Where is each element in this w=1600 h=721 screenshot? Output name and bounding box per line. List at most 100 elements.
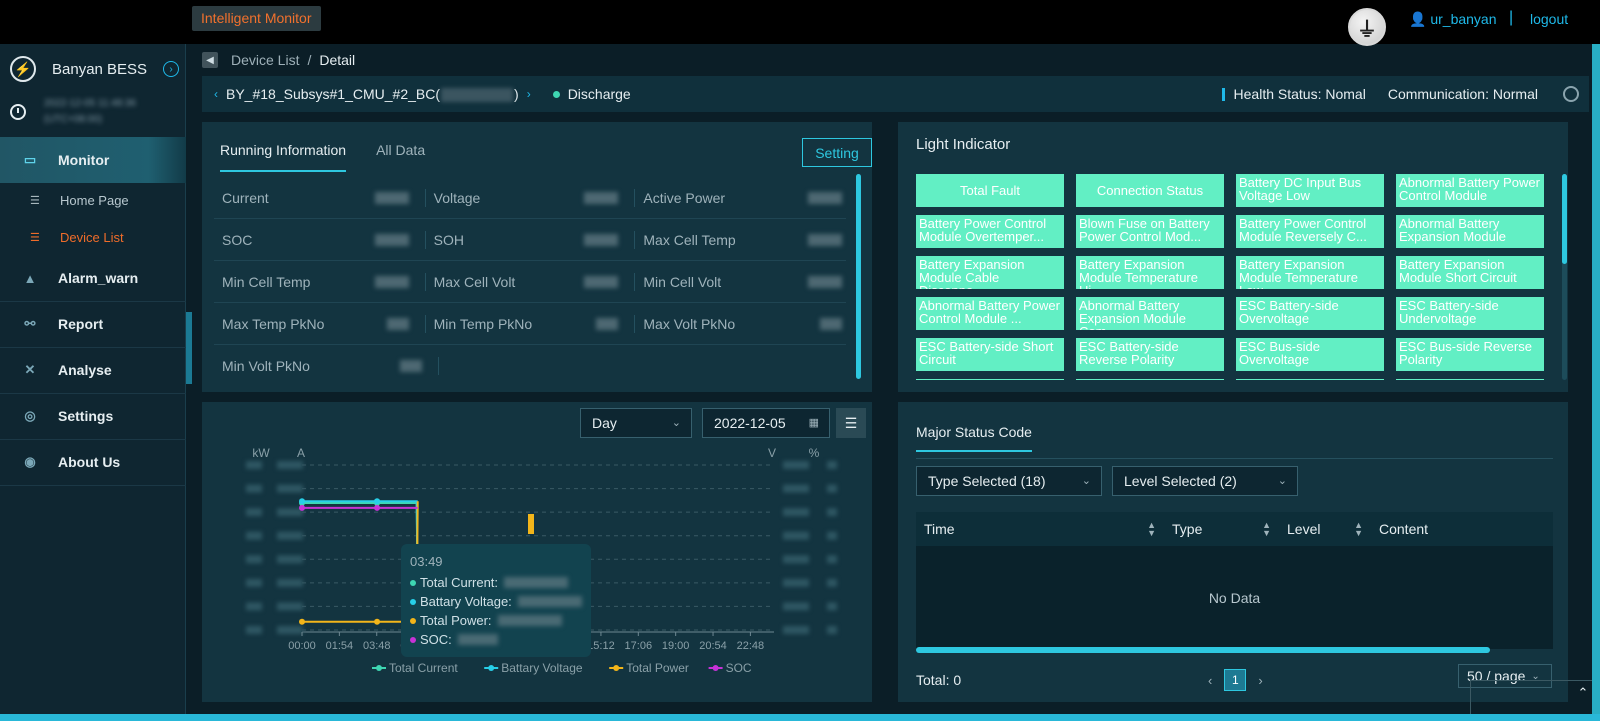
nav-home-page[interactable]: ☰ Home Page	[0, 182, 186, 219]
nav-settings[interactable]: ◎ Settings	[0, 393, 186, 439]
total-count: Total: 0	[916, 672, 962, 688]
axis-tick-blurred	[827, 508, 837, 517]
axis-tick-blurred	[277, 578, 303, 587]
prev-device-icon[interactable]: ‹	[214, 87, 218, 101]
prev-page-icon[interactable]: ‹	[1208, 673, 1212, 688]
legend-marker	[376, 665, 382, 671]
avatar[interactable]: ⏚	[1348, 8, 1386, 46]
nav-device-list[interactable]: ☰ Device List	[0, 219, 186, 256]
data-point	[299, 618, 305, 625]
axis-tick-blurred	[246, 531, 262, 540]
legend-marker	[712, 665, 719, 671]
legend-label: Battary Voltage	[501, 661, 583, 675]
breadcrumb-current: Detail	[319, 52, 356, 68]
next-device-icon[interactable]: ›	[527, 87, 531, 101]
tab-all-data[interactable]: All Data	[376, 142, 425, 172]
back-to-top-icon[interactable]: ⌃	[1572, 682, 1594, 704]
column-time[interactable]: Time ▲ ▼	[916, 521, 1164, 538]
setting-button[interactable]: Setting	[802, 138, 872, 167]
data-point	[299, 498, 305, 505]
axis-tick-blurred	[246, 461, 262, 469]
value-blurred	[457, 634, 498, 645]
level-select[interactable]: Level Selected (2) ⌄	[1112, 466, 1298, 496]
column-level[interactable]: Level ▲ ▼	[1279, 521, 1371, 538]
status-code-panel: Major Status Code Type Selected (18) ⌄ L…	[898, 402, 1568, 702]
nav-about[interactable]: ◉ About Us	[0, 439, 186, 485]
x-tick-label: 03:48	[363, 640, 391, 652]
nav-report[interactable]: ⚯ Report	[0, 301, 186, 347]
label-min-cell-temp: Min Cell Temp	[222, 273, 311, 290]
light-indicator-item: Battery Expansion Module Cable Disconne.…	[916, 256, 1064, 289]
nav-home-page-label: Home Page	[60, 193, 129, 208]
label-max-cell-volt: Max Cell Volt	[433, 273, 516, 290]
status-table-scrollbar[interactable]	[916, 647, 1490, 653]
list-icon: ☰	[30, 232, 40, 244]
nav-monitor-label: Monitor	[58, 152, 110, 168]
status-code-title[interactable]: Major Status Code	[916, 424, 1032, 452]
tab-running-information[interactable]: Running Information	[220, 142, 347, 172]
legend-dot	[410, 579, 416, 586]
light-indicator-item: ESC Bus-side Reverse Polarity	[1396, 338, 1544, 371]
type-select[interactable]: Type Selected (18) ⌄	[916, 466, 1102, 496]
light-indicator-scrollbar[interactable]	[1562, 174, 1567, 380]
light-indicator-item: Battery Expansion Module Short Circuit	[1396, 256, 1544, 289]
light-indicator-item: Battery Power Control Module Overtemper.…	[916, 215, 1064, 248]
light-indicator-item: Battery Expansion Module Temperature Hi.…	[1076, 256, 1224, 289]
collapse-toggle-icon[interactable]: ›	[163, 61, 180, 77]
column-level-label: Level	[1287, 521, 1321, 537]
table-row: Current Voltage Active Power	[214, 177, 846, 219]
data-point	[374, 504, 381, 511]
next-page-icon[interactable]: ›	[1258, 673, 1262, 688]
clock: 2022-12-05 11:48:36 (UTC+08:00)	[10, 92, 180, 132]
light-indicator-item: ESC Battery-side Undervoltage	[1396, 297, 1544, 330]
gear-icon: ◎	[24, 408, 36, 423]
nav-settings-label: Settings	[58, 408, 114, 424]
tooltip-time: 03:49	[410, 554, 443, 569]
bottom-scrollbar[interactable]	[0, 714, 1600, 721]
sidebar-resize-handle[interactable]	[186, 312, 192, 384]
legend-label: Total Power	[626, 661, 689, 675]
axis-unit-label: V	[768, 446, 776, 460]
page-scrollbar[interactable]	[1592, 44, 1600, 714]
value-blurred	[497, 615, 562, 626]
x-tick-label: 17:06	[625, 640, 653, 652]
device-bar: ‹ BY_#18_Subsys#1_CMU_#2_BC() › Discharg…	[202, 76, 1589, 112]
light-indicator-item: Abnormal Battery Expansion Module	[1396, 215, 1544, 248]
breadcrumb-separator: /	[307, 52, 312, 68]
axis-unit-label: A	[297, 446, 305, 460]
nav-monitor[interactable]: ▭ Monitor	[0, 137, 186, 183]
nav-alarm[interactable]: ▲ Alarm_warn	[0, 255, 186, 301]
clock-text: 2022-12-05 11:48:36 (UTC+08:00)	[44, 96, 136, 128]
legend-dot	[410, 636, 416, 643]
x-tick-label: 19:00	[662, 640, 690, 652]
axis-tick-blurred	[277, 602, 303, 611]
value-blurred	[386, 317, 409, 330]
light-indicator-item: ESC Bus-side Overvoltage	[1236, 338, 1384, 371]
light-indicator-item	[916, 379, 1064, 380]
nav-alarm-label: Alarm_warn	[58, 270, 139, 286]
health-marker	[1221, 87, 1225, 101]
page-number[interactable]: 1	[1224, 669, 1247, 691]
axis-tick-blurred	[277, 508, 303, 517]
data-point	[374, 498, 381, 505]
user-link[interactable]: 👤 ur_banyan	[1409, 11, 1497, 28]
tooltip-total-power: Total Power:	[420, 613, 492, 628]
light-indicator-item: Battery Power Control Module Reversely C…	[1236, 215, 1384, 248]
value-blurred	[820, 317, 842, 330]
breadcrumb-device-list[interactable]: Device List	[231, 52, 299, 68]
column-type[interactable]: Type ▲ ▼	[1164, 521, 1279, 538]
light-indicator-item	[1076, 379, 1224, 380]
column-content[interactable]: Content	[1371, 521, 1551, 537]
label-max-temp-pkno: Max Temp PkNo	[222, 315, 325, 332]
light-indicator-item: ESC Battery-side Short Circuit	[916, 338, 1064, 371]
nav-analyse[interactable]: ✕ Analyse	[0, 347, 186, 393]
running-scrollbar[interactable]	[856, 174, 861, 379]
clock-date: 2022-12-05 11:48:36	[44, 98, 137, 109]
device-settings-icon[interactable]	[1563, 86, 1579, 102]
value-blurred	[584, 275, 619, 288]
bell-icon: ▲	[23, 270, 37, 286]
back-icon[interactable]: ◀	[202, 52, 218, 68]
axis-tick-blurred	[246, 578, 262, 587]
light-indicator-item	[1396, 379, 1544, 380]
logout-link[interactable]: logout	[1530, 11, 1568, 27]
